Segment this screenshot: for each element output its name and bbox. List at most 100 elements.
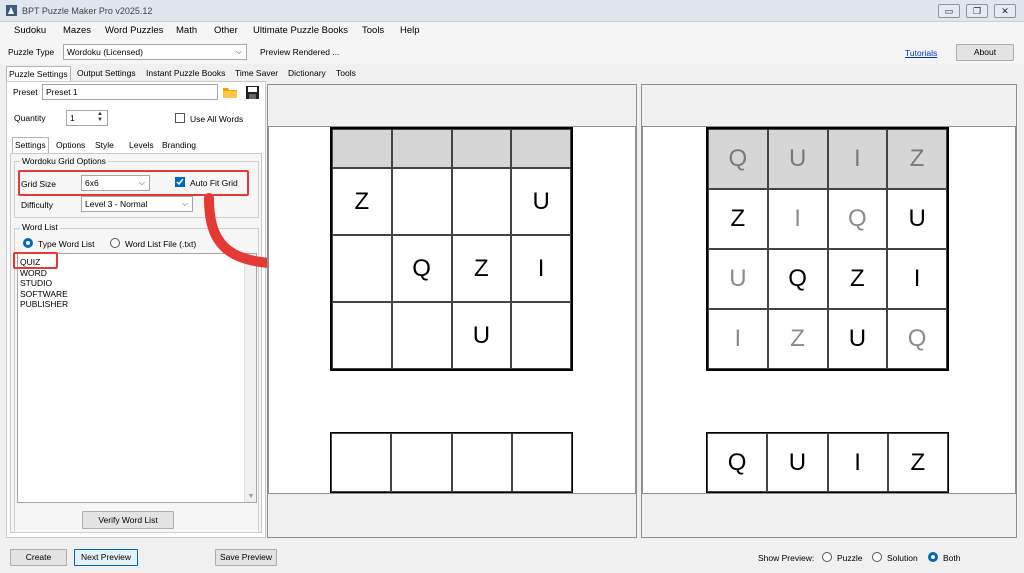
scroll-down-icon[interactable]: ▼ — [245, 493, 257, 500]
grid-cell: Z — [887, 129, 947, 189]
grid-cell — [451, 168, 512, 235]
grid-cell: U — [511, 168, 571, 235]
grid-cell: U — [451, 302, 512, 369]
tab-tools[interactable]: Tools — [334, 66, 358, 81]
puzzle-grid: Z U Q Z I U — [330, 127, 573, 371]
grid-cell: U — [827, 309, 888, 369]
highlight-box-quiz — [13, 252, 58, 269]
answer-cell — [511, 433, 572, 492]
tutorials-link[interactable]: Tutorials — [905, 48, 937, 58]
subtab-style[interactable]: Style — [93, 138, 116, 153]
grid-cell — [511, 129, 571, 168]
subtab-options[interactable]: Options — [54, 138, 87, 153]
quantity-label: Quantity — [14, 113, 46, 123]
puzzle-type-label: Puzzle Type — [8, 47, 55, 57]
verify-word-list-button[interactable]: Verify Word List — [82, 511, 174, 529]
next-preview-button[interactable]: Next Preview — [74, 549, 138, 566]
grid-cell: Q — [767, 249, 828, 309]
grid-cell — [332, 302, 392, 369]
show-solution-label: Solution — [887, 553, 918, 563]
open-folder-icon[interactable] — [222, 85, 238, 99]
difficulty-select[interactable]: Level 3 - Normal ⌵ — [81, 196, 193, 212]
show-preview-label: Show Preview: — [758, 553, 815, 563]
show-solution-radio[interactable] — [872, 552, 882, 562]
grid-cell: I — [887, 249, 947, 309]
restore-button[interactable]: ❐ — [966, 4, 988, 18]
grid-cell: I — [827, 129, 888, 189]
word-list-file-label: Word List File (.txt) — [125, 239, 197, 249]
grid-cell — [451, 129, 512, 168]
preset-input[interactable]: Preset 1 — [42, 84, 218, 100]
answer-cell — [331, 433, 392, 492]
grid-cell — [332, 129, 392, 168]
grid-cell: U — [708, 249, 768, 309]
preset-label: Preset — [13, 87, 38, 97]
use-all-words-checkbox[interactable] — [175, 113, 185, 123]
word-list-scrollbar[interactable]: ▲ ▼ — [244, 254, 256, 502]
tab-puzzle-settings[interactable]: Puzzle Settings — [6, 66, 71, 82]
difficulty-label: Difficulty — [21, 200, 53, 210]
menu-sudoku[interactable]: Sudoku — [14, 25, 46, 36]
grid-cell: Q — [827, 189, 888, 249]
grid-cell: Z — [827, 249, 888, 309]
status-text: Preview Rendered ... — [260, 47, 340, 57]
menu-math[interactable]: Math — [176, 25, 197, 36]
grid-cell: Z — [451, 235, 512, 302]
grid-cell: U — [887, 189, 947, 249]
tab-time-saver[interactable]: Time Saver — [233, 66, 280, 81]
subtab-levels[interactable]: Levels — [127, 138, 156, 153]
grid-cell — [332, 235, 392, 302]
word-list-item: PUBLISHER — [20, 299, 69, 309]
grid-cell: Q — [708, 129, 768, 189]
menu-help[interactable]: Help — [400, 25, 420, 36]
answer-cell: Z — [887, 433, 948, 492]
answer-cell: Q — [707, 433, 768, 492]
close-button[interactable]: ✕ — [994, 4, 1016, 18]
menu-other[interactable]: Other — [214, 25, 238, 36]
tab-instant-puzzle-books[interactable]: Instant Puzzle Books — [144, 66, 227, 81]
answer-cell: U — [767, 433, 828, 492]
chevron-down-icon: ⌵ — [235, 47, 242, 56]
minimize-button[interactable]: ▭ — [938, 4, 960, 18]
grid-cell: Z — [332, 168, 392, 235]
save-preview-button[interactable]: Save Preview — [215, 549, 277, 566]
subtab-branding[interactable]: Branding — [160, 138, 198, 153]
word-list-file-radio[interactable] — [110, 238, 120, 248]
solution-answer-row: Q U I Z — [706, 432, 949, 493]
grid-cell — [391, 168, 452, 235]
puzzle-type-select[interactable]: Wordoku (Licensed) ⌵ — [63, 44, 247, 60]
grid-cell — [511, 302, 571, 369]
grid-options-title: Wordoku Grid Options — [20, 156, 108, 166]
stepper-arrows-icon: ▲ ▼ — [97, 111, 103, 123]
menu-word-puzzles[interactable]: Word Puzzles — [105, 25, 163, 36]
menu-ultimate-puzzle-books[interactable]: Ultimate Puzzle Books — [253, 25, 348, 36]
answer-cell — [451, 433, 512, 492]
show-both-label: Both — [943, 553, 961, 563]
window-title: BPT Puzzle Maker Pro v2025.12 — [22, 6, 153, 16]
menu-mazes[interactable]: Mazes — [63, 25, 91, 36]
grid-cell: I — [708, 309, 768, 369]
puzzle-answer-row — [330, 432, 573, 493]
grid-cell: Z — [767, 309, 828, 369]
show-puzzle-radio[interactable] — [822, 552, 832, 562]
about-button[interactable]: About — [956, 44, 1014, 61]
solution-grid: QUIZZIQUUQZIIZUQ — [706, 127, 949, 371]
word-list-item: SOFTWARE — [20, 288, 68, 299]
tab-output-settings[interactable]: Output Settings — [75, 66, 138, 81]
quantity-stepper[interactable]: 1 ▲ ▼ — [66, 110, 108, 126]
type-word-list-radio[interactable] — [23, 238, 33, 248]
title-bar — [0, 0, 1024, 22]
grid-cell: Q — [391, 235, 452, 302]
answer-cell — [391, 433, 452, 492]
grid-cell: I — [511, 235, 571, 302]
subtab-settings[interactable]: Settings — [12, 137, 49, 153]
show-both-radio[interactable] — [928, 552, 938, 562]
word-list-textarea[interactable]: QUIZ WORD STUDIO SOFTWARE PUBLISHER ▲ ▼ — [17, 253, 257, 503]
grid-cell: I — [767, 189, 828, 249]
use-all-words-label: Use All Words — [190, 114, 244, 124]
create-button[interactable]: Create — [10, 549, 67, 566]
app-logo-icon — [6, 5, 17, 16]
tab-dictionary[interactable]: Dictionary — [286, 66, 328, 81]
save-icon[interactable] — [245, 85, 260, 100]
menu-tools[interactable]: Tools — [362, 25, 384, 36]
